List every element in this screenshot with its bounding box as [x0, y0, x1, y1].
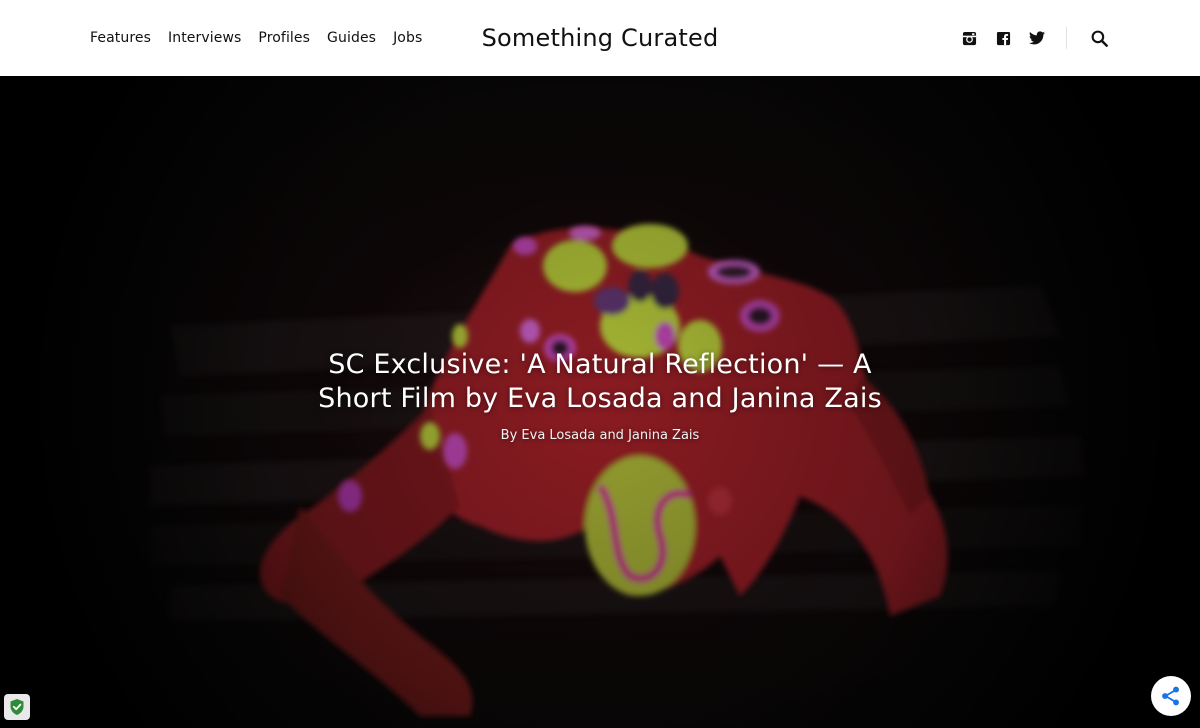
- twitter-icon[interactable]: [1026, 27, 1048, 49]
- search-icon[interactable]: [1088, 27, 1110, 49]
- facebook-icon[interactable]: [992, 27, 1014, 49]
- nav-item-profiles[interactable]: Profiles: [258, 30, 310, 46]
- header-tools: [946, 0, 1110, 76]
- nav-item-jobs[interactable]: Jobs: [393, 30, 422, 46]
- hero-section[interactable]: SC Exclusive: 'A Natural Reflection' — A…: [0, 76, 1200, 728]
- share-icon[interactable]: [1151, 676, 1191, 716]
- nav-item-interviews[interactable]: Interviews: [168, 30, 241, 46]
- instagram-icon[interactable]: [958, 27, 980, 49]
- header-divider: [1066, 27, 1067, 49]
- main-nav: Features Interviews Profiles Guides Jobs: [90, 0, 439, 76]
- article-title[interactable]: SC Exclusive: 'A Natural Reflection' — A…: [300, 348, 900, 416]
- site-logo[interactable]: Something Curated: [482, 24, 719, 52]
- article-byline: By Eva Losada and Janina Zais: [500, 428, 700, 443]
- hero-text: SC Exclusive: 'A Natural Reflection' — A…: [0, 348, 1200, 443]
- site-header: Features Interviews Profiles Guides Jobs…: [0, 0, 1200, 76]
- shield-check-icon[interactable]: [4, 694, 30, 720]
- nav-item-features[interactable]: Features: [90, 30, 151, 46]
- nav-item-guides[interactable]: Guides: [327, 30, 376, 46]
